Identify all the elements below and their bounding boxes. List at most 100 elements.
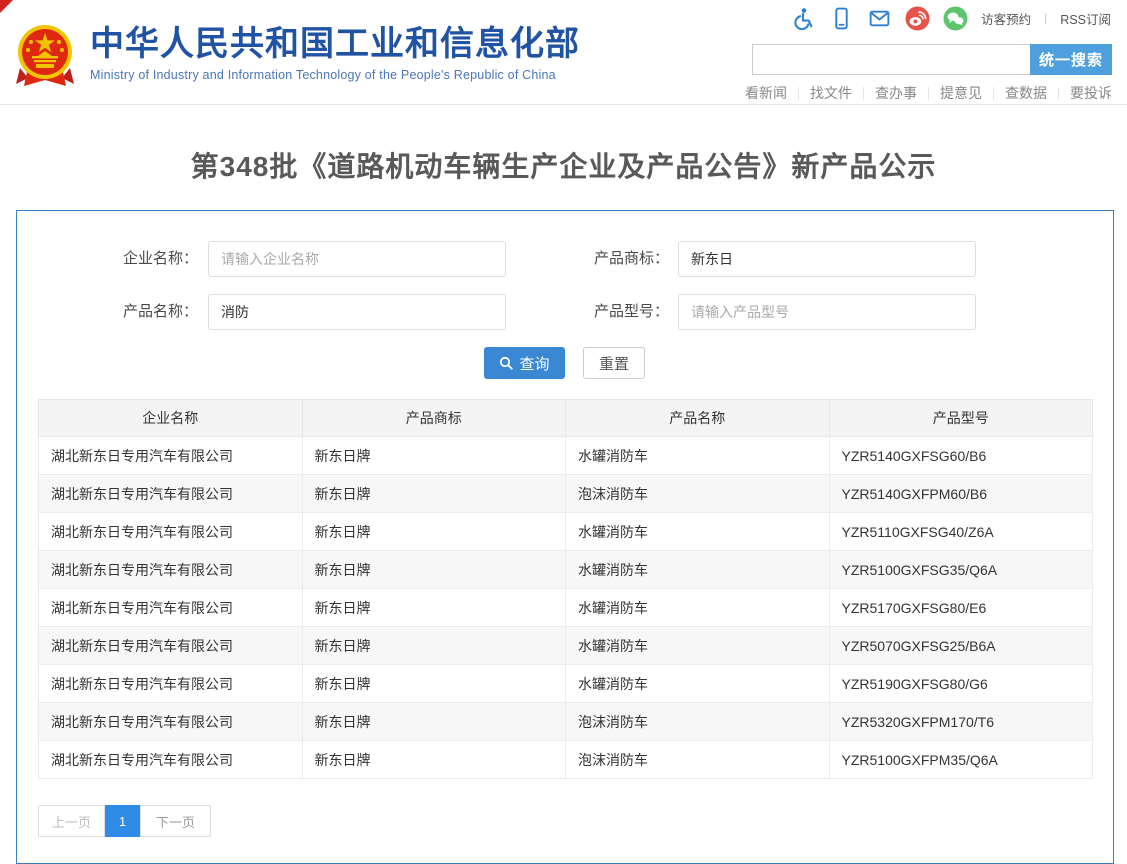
topbar: 访客预约 | RSS订阅 [791,5,1111,31]
company-name-input[interactable] [208,241,506,277]
site-logo-link[interactable] [14,24,76,90]
pagination-page-1[interactable]: 1 [105,805,140,837]
table-cell: 湖北新东日专用汽车有限公司 [39,513,303,551]
table-cell: 湖北新东日专用汽车有限公司 [39,741,303,779]
table-cell: 新东日牌 [302,589,566,627]
table-cell: 新东日牌 [302,627,566,665]
results-table-head: 企业名称产品商标产品名称产品型号 [39,400,1093,437]
table-cell: 新东日牌 [302,703,566,741]
query-button[interactable]: 查询 [484,347,565,379]
site-title: 中华人民共和国工业和信息化部 [90,24,580,65]
table-cell: YZR5170GXFSG80/E6 [829,589,1093,627]
table-cell: 湖北新东日专用汽车有限公司 [39,665,303,703]
results-table: 企业名称产品商标产品名称产品型号 湖北新东日专用汽车有限公司新东日牌水罐消防车Y… [38,399,1093,779]
nav-item-2[interactable]: 找文件 [810,83,852,103]
nav-item-6[interactable]: 要投诉 [1070,83,1112,103]
page-title: 第348批《道路机动车辆生产企业及产品公告》新产品公示 [0,145,1127,185]
table-cell: 泡沫消防车 [566,741,830,779]
table-cell: 水罐消防车 [566,437,830,475]
accessibility-icon[interactable] [791,6,816,31]
table-cell: YZR5110GXFSG40/Z6A [829,513,1093,551]
nav-item-3[interactable]: 查办事 [875,83,917,103]
table-cell: 湖北新东日专用汽车有限公司 [39,627,303,665]
table-header-row: 企业名称产品商标产品名称产品型号 [39,400,1093,437]
header-nav: 看新闻 找文件 查办事 提意见 查数据 要投诉 [745,83,1112,103]
table-cell: 泡沫消防车 [566,703,830,741]
product-name-label: 产品名称： [17,294,198,330]
nav-item-1[interactable]: 看新闻 [745,83,787,103]
table-row: 湖北新东日专用汽车有限公司新东日牌水罐消防车YZR5070GXFSG25/B6A [39,627,1093,665]
table-cell: 湖北新东日专用汽车有限公司 [39,551,303,589]
table-row: 湖北新东日专用汽车有限公司新东日牌水罐消防车YZR5100GXFSG35/Q6A [39,551,1093,589]
table-cell: 水罐消防车 [566,665,830,703]
site-title-block: 中华人民共和国工业和信息化部 Ministry of Industry and … [90,24,580,82]
table-cell: YZR5320GXFPM170/T6 [829,703,1093,741]
corner-mark [0,0,13,13]
product-name-input[interactable] [208,294,506,330]
weibo-icon[interactable] [905,6,930,31]
table-row: 湖北新东日专用汽车有限公司新东日牌水罐消防车YZR5110GXFSG40/Z6A [39,513,1093,551]
table-cell: 水罐消防车 [566,551,830,589]
table-cell: 新东日牌 [302,741,566,779]
table-cell: YZR5140GXFSG60/B6 [829,437,1093,475]
table-cell: 水罐消防车 [566,627,830,665]
mobile-icon[interactable] [829,6,854,31]
table-cell: YZR5190GXFSG80/G6 [829,665,1093,703]
national-emblem-icon [14,24,76,90]
table-column-header: 产品商标 [302,400,566,437]
table-cell: 新东日牌 [302,551,566,589]
topbar-separator: | [1044,11,1047,25]
table-cell: 泡沫消防车 [566,475,830,513]
table-cell: 湖北新东日专用汽车有限公司 [39,703,303,741]
table-cell: 新东日牌 [302,475,566,513]
nav-separator [863,87,864,100]
rss-subscribe-link[interactable]: RSS订阅 [1060,9,1111,28]
nav-item-4[interactable]: 提意见 [940,83,982,103]
site-header: 中华人民共和国工业和信息化部 Ministry of Industry and … [0,0,1127,105]
unified-search-button[interactable]: 统一搜索 [1030,44,1112,75]
reset-button[interactable]: 重置 [583,347,645,379]
table-cell: 新东日牌 [302,665,566,703]
nav-separator [798,87,799,100]
pagination-prev[interactable]: 上一页 [38,805,105,837]
table-cell: YZR5140GXFPM60/B6 [829,475,1093,513]
table-cell: 新东日牌 [302,513,566,551]
product-brand-input[interactable] [678,241,976,277]
table-column-header: 产品名称 [566,400,830,437]
table-row: 湖北新东日专用汽车有限公司新东日牌泡沫消防车YZR5100GXFPM35/Q6A [39,741,1093,779]
mail-icon[interactable] [867,6,892,31]
visitor-appointment-link[interactable]: 访客预约 [981,9,1031,28]
results-table-body: 湖北新东日专用汽车有限公司新东日牌水罐消防车YZR5140GXFSG60/B6湖… [39,437,1093,779]
table-row: 湖北新东日专用汽车有限公司新东日牌水罐消防车YZR5170GXFSG80/E6 [39,589,1093,627]
table-cell: 新东日牌 [302,437,566,475]
table-cell: 水罐消防车 [566,513,830,551]
site-subtitle: Ministry of Industry and Information Tec… [90,68,580,82]
unified-search: 统一搜索 [752,44,1112,75]
pagination: 上一页 1 下一页 [38,805,211,837]
table-cell: 湖北新东日专用汽车有限公司 [39,475,303,513]
nav-separator [1058,87,1059,100]
table-cell: YZR5100GXFPM35/Q6A [829,741,1093,779]
table-cell: YZR5100GXFSG35/Q6A [829,551,1093,589]
search-icon [499,356,513,370]
table-row: 湖北新东日专用汽车有限公司新东日牌水罐消防车YZR5190GXFSG80/G6 [39,665,1093,703]
table-cell: 湖北新东日专用汽车有限公司 [39,437,303,475]
table-row: 湖北新东日专用汽车有限公司新东日牌泡沫消防车YZR5140GXFPM60/B6 [39,475,1093,513]
product-brand-label: 产品商标： [477,241,669,277]
wechat-icon[interactable] [943,6,968,31]
table-row: 湖北新东日专用汽车有限公司新东日牌水罐消防车YZR5140GXFSG60/B6 [39,437,1093,475]
pagination-next[interactable]: 下一页 [140,805,211,837]
product-model-input[interactable] [678,294,976,330]
nav-separator [928,87,929,100]
query-panel: 企业名称： 产品商标： 产品名称： 产品型号： 查询 重置 企业名称产品商标产品… [16,210,1114,864]
table-cell: 水罐消防车 [566,589,830,627]
table-column-header: 企业名称 [39,400,303,437]
table-cell: YZR5070GXFSG25/B6A [829,627,1093,665]
nav-item-5[interactable]: 查数据 [1005,83,1047,103]
table-row: 湖北新东日专用汽车有限公司新东日牌泡沫消防车YZR5320GXFPM170/T6 [39,703,1093,741]
table-cell: 湖北新东日专用汽车有限公司 [39,589,303,627]
company-name-label: 企业名称： [17,241,198,277]
product-model-label: 产品型号： [477,294,669,330]
query-button-label: 查询 [519,353,549,374]
unified-search-input[interactable] [752,44,1030,75]
